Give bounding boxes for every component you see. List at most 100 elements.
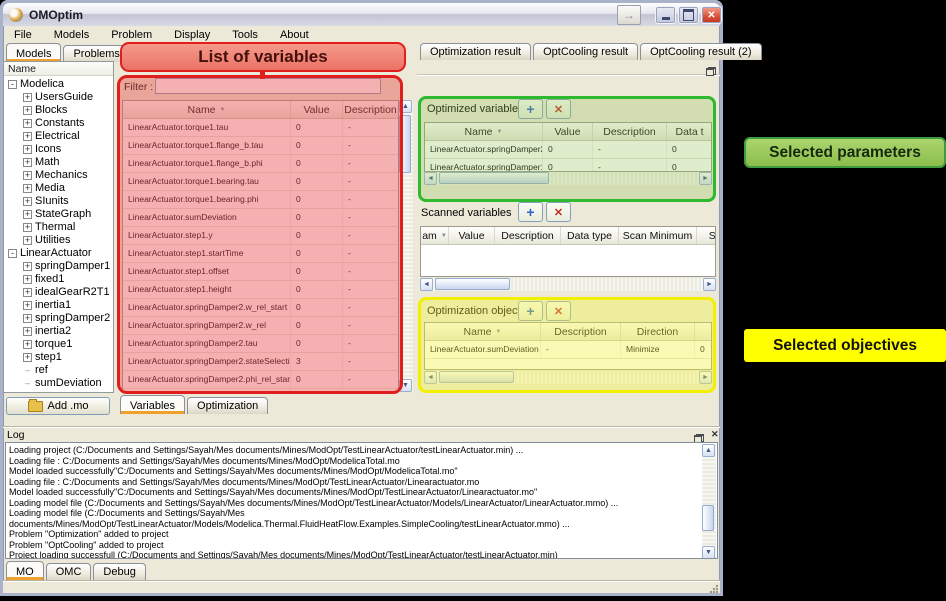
column-header-value[interactable]: Value [449, 227, 495, 244]
tab-omc[interactable]: OMC [46, 563, 92, 580]
scroll-right-button[interactable]: ► [699, 371, 712, 384]
column-header-name[interactable]: Name▼ [123, 101, 291, 118]
tree-item-usersguide[interactable]: +UsersGuide [4, 91, 113, 104]
table-row[interactable]: LinearActuator.sumDeviation-Minimize0 [425, 341, 711, 359]
maximize-button[interactable] [678, 6, 699, 24]
tree-item-blocks[interactable]: +Blocks [4, 104, 113, 117]
expand-icon[interactable]: + [23, 184, 32, 193]
scrollbar-track[interactable] [399, 113, 413, 379]
scroll-right-button[interactable]: ► [699, 172, 712, 185]
scroll-down-button[interactable]: ▼ [702, 546, 715, 559]
tree-item-ref[interactable]: –ref [4, 364, 113, 377]
expand-icon[interactable]: + [23, 275, 32, 284]
tree-item-siunits[interactable]: +SIunits [4, 195, 113, 208]
expand-icon[interactable]: + [23, 158, 32, 167]
tree-item-springdamper1[interactable]: +springDamper1 [4, 260, 113, 273]
table-row[interactable]: LinearActuator.springDamper2.d0-0 [425, 141, 711, 159]
table-row[interactable]: LinearActuator.torque1.tau0- [123, 119, 398, 137]
expand-icon[interactable]: + [23, 340, 32, 349]
table-row[interactable]: LinearActuator.springDamper2.stateSelect… [123, 353, 398, 371]
tree-item-utilities[interactable]: +Utilities [4, 234, 113, 247]
title-bar[interactable]: OMOptim [3, 3, 720, 26]
tab-display[interactable]: Display [163, 27, 221, 43]
tree-item-springdamper2[interactable]: +springDamper2 [4, 312, 113, 325]
scrollbar-thumb[interactable] [439, 371, 514, 383]
column-header-data-t[interactable]: Data t [667, 123, 712, 140]
remove-optimized-variable-button[interactable]: ✕ [546, 99, 571, 119]
tree-item-inertia2[interactable]: +inertia2 [4, 325, 113, 338]
close-log-icon[interactable]: ✕ [711, 429, 719, 440]
column-header-value[interactable]: Value [543, 123, 593, 140]
expand-icon[interactable]: + [23, 197, 32, 206]
add-scanned-variable-button[interactable]: + [518, 202, 543, 222]
scroll-left-button[interactable]: ◄ [420, 278, 433, 291]
scrollbar-thumb[interactable] [435, 278, 510, 290]
tab-optcooling-result[interactable]: OptCooling result [533, 43, 638, 60]
table-row[interactable]: LinearActuator.torque1.bearing.phi0- [123, 191, 398, 209]
scroll-left-button[interactable]: ◄ [424, 371, 437, 384]
float-panel-icon[interactable] [706, 67, 716, 76]
column-header-value[interactable]: Value [291, 101, 343, 118]
column-header-am[interactable]: am▼ [421, 227, 449, 244]
filter-input[interactable] [155, 78, 381, 94]
column-header-description[interactable]: Description [495, 227, 561, 244]
scrollbar-thumb[interactable] [702, 505, 714, 531]
scroll-down-button[interactable]: ▼ [399, 379, 412, 392]
scroll-left-button[interactable]: ◄ [424, 172, 437, 185]
column-header-description[interactable]: Description [541, 323, 621, 340]
resize-grip-icon[interactable] [709, 584, 718, 593]
tree-item-electrical[interactable]: +Electrical [4, 130, 113, 143]
collapse-icon[interactable]: - [8, 249, 17, 258]
table-row[interactable]: LinearActuator.springDamper2.phi_rel_sta… [123, 371, 398, 389]
tree-item-linearactuator[interactable]: -LinearActuator [4, 247, 113, 260]
expand-icon[interactable]: + [23, 236, 32, 245]
expand-icon[interactable]: + [23, 353, 32, 362]
expand-icon[interactable]: + [23, 106, 32, 115]
tree-item-step1[interactable]: +step1 [4, 351, 113, 364]
table-row[interactable]: LinearActuator.step1.startTime0- [123, 245, 398, 263]
column-header-description[interactable]: Description [343, 101, 399, 118]
tree-item-stategraph[interactable]: +StateGraph [4, 208, 113, 221]
expand-icon[interactable]: + [23, 119, 32, 128]
expand-icon[interactable]: + [23, 171, 32, 180]
scrollbar-track[interactable] [702, 457, 716, 546]
scrollbar-track[interactable] [433, 278, 703, 291]
column-header-scan-minimum[interactable]: Scan Minimum [619, 227, 697, 244]
expand-icon[interactable]: + [23, 327, 32, 336]
column-header-name[interactable]: Name▼ [425, 123, 543, 140]
tree-item-idealgearr2t1[interactable]: +idealGearR2T1 [4, 286, 113, 299]
add-optimized-variable-button[interactable]: + [518, 99, 543, 119]
table-row[interactable]: LinearActuator.torque1.flange_b.phi0- [123, 155, 398, 173]
table-row[interactable]: LinearActuator.step1.y0- [123, 227, 398, 245]
tab-optimization-result[interactable]: Optimization result [420, 43, 531, 60]
expand-icon[interactable]: + [23, 210, 32, 219]
scroll-up-button[interactable]: ▲ [702, 444, 715, 457]
column-header-direction[interactable]: Direction [621, 323, 695, 340]
tab-tools[interactable]: Tools [221, 27, 269, 43]
table-row[interactable]: LinearActuator.springDamper2.w_rel_start… [123, 299, 398, 317]
tree-item-mechanics[interactable]: +Mechanics [4, 169, 113, 182]
expand-icon[interactable]: + [23, 93, 32, 102]
scrollbar-track[interactable] [437, 371, 699, 384]
tab-mo[interactable]: MO [6, 561, 44, 580]
expand-icon[interactable]: + [23, 262, 32, 271]
tab-file[interactable]: File [3, 27, 43, 43]
scrollbar-thumb[interactable] [399, 115, 411, 173]
tree-item-math[interactable]: +Math [4, 156, 113, 169]
tree-column-header[interactable]: Name [4, 62, 113, 76]
tree-item-torque1[interactable]: +torque1 [4, 338, 113, 351]
column-header-scan-m[interactable]: Scan M [697, 227, 716, 244]
tree-item-sumdeviation[interactable]: –sumDeviation [4, 377, 113, 390]
table-row[interactable]: LinearActuator.springDamper2.w_rel0- [123, 317, 398, 335]
remove-objective-button[interactable]: ✕ [546, 301, 571, 321]
expand-icon[interactable]: + [23, 132, 32, 141]
scroll-up-button[interactable]: ▲ [399, 100, 412, 113]
tree-item-icons[interactable]: +Icons [4, 143, 113, 156]
add-mo-button[interactable]: Add .mo [6, 397, 110, 415]
scroll-right-button[interactable]: ► [703, 278, 716, 291]
close-button[interactable]: ✕ [701, 6, 722, 24]
tree-item-fixed1[interactable]: +fixed1 [4, 273, 113, 286]
tab-models[interactable]: Models [6, 43, 61, 62]
minimize-button[interactable] [655, 6, 676, 24]
tree-item-media[interactable]: +Media [4, 182, 113, 195]
